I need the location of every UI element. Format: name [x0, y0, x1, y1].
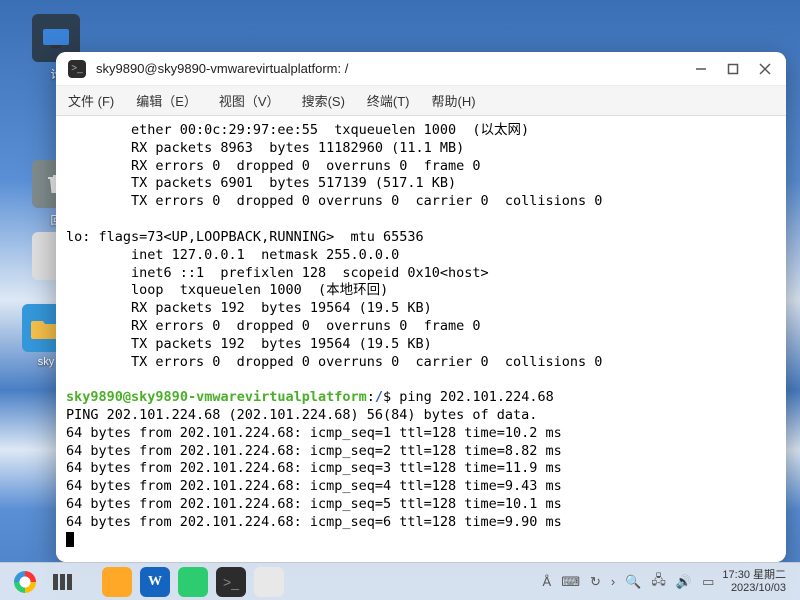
term-line: TX packets 6901 bytes 517139 (517.1 KB) — [66, 175, 456, 191]
menu-view[interactable]: 视图（V） — [219, 91, 280, 110]
tray-chevron-icon[interactable]: › — [611, 574, 615, 589]
prompt-host: sky9890-vmwarevirtualplatform — [131, 389, 367, 405]
taskbar-app-5[interactable] — [254, 567, 284, 597]
menubar: 文件 (F) 编辑（E） 视图（V） 搜索(S) 终端(T) 帮助(H) — [56, 86, 786, 116]
term-line: 64 bytes from 202.101.224.68: icmp_seq=3… — [66, 460, 562, 476]
term-line: 64 bytes from 202.101.224.68: icmp_seq=5… — [66, 496, 562, 512]
menu-terminal[interactable]: 终端(T) — [367, 91, 410, 110]
terminal-cursor — [66, 532, 74, 547]
multitask-button[interactable] — [48, 567, 78, 597]
tray-appstore-icon[interactable]: Å — [543, 574, 552, 589]
taskbar-clock[interactable]: 17:30 星期二 2023/10/03 — [722, 569, 790, 593]
tray-network-icon[interactable]: 🖧 — [651, 571, 666, 593]
term-line: TX errors 0 dropped 0 overruns 0 carrier… — [66, 193, 602, 209]
prompt-path: / — [375, 389, 383, 405]
term-line: ether 00:0c:29:97:ee:55 txqueuelen 1000 … — [66, 122, 529, 138]
term-line: 64 bytes from 202.101.224.68: icmp_seq=1… — [66, 425, 562, 441]
term-line: 64 bytes from 202.101.224.68: icmp_seq=6… — [66, 514, 562, 530]
menu-search[interactable]: 搜索(S) — [302, 91, 345, 110]
tray-sync-icon[interactable]: ↻ — [590, 574, 601, 590]
term-line: PING 202.101.224.68 (202.101.224.68) 56(… — [66, 407, 537, 423]
term-line: TX errors 0 dropped 0 overruns 0 carrier… — [66, 354, 602, 370]
term-line: 64 bytes from 202.101.224.68: icmp_seq=2… — [66, 443, 562, 459]
prompt-at: @ — [123, 389, 131, 405]
prompt-dollar: $ — [383, 389, 399, 405]
clock-date: 2023/10/03 — [722, 582, 786, 594]
term-line: 64 bytes from 202.101.224.68: icmp_seq=4… — [66, 478, 562, 494]
clock-weekday: 星期二 — [753, 569, 786, 581]
taskbar-app-3[interactable] — [178, 567, 208, 597]
launcher-button[interactable] — [10, 567, 40, 597]
launcher-icon — [14, 571, 36, 593]
term-line: inet6 ::1 prefixlen 128 scopeid 0x10<hos… — [66, 265, 489, 281]
term-line: inet 127.0.0.1 netmask 255.0.0.0 — [66, 247, 399, 263]
taskbar-app-terminal[interactable]: >_ — [216, 567, 246, 597]
taskbar-app-wps[interactable]: W — [140, 567, 170, 597]
prompt-user: sky9890 — [66, 389, 123, 405]
system-tray: Å ⌨ ↻ › 🔍 🖧 🔊 ▭ — [543, 571, 715, 593]
term-line: RX errors 0 dropped 0 overruns 0 frame 0 — [66, 158, 481, 174]
menu-file[interactable]: 文件 (F) — [68, 91, 114, 110]
tray-keyboard-icon[interactable]: ⌨ — [561, 574, 580, 590]
term-line: RX packets 192 bytes 19564 (19.5 KB) — [66, 300, 432, 316]
taskbar-app-1[interactable] — [102, 567, 132, 597]
clock-time: 17:30 — [722, 569, 750, 581]
term-line: TX packets 192 bytes 19564 (19.5 KB) — [66, 336, 432, 352]
menu-edit[interactable]: 编辑（E） — [136, 91, 197, 110]
tray-search-icon[interactable]: 🔍 — [625, 574, 641, 590]
terminal-body[interactable]: ether 00:0c:29:97:ee:55 txqueuelen 1000 … — [56, 116, 786, 562]
window-title: sky9890@sky9890-vmwarevirtualplatform: / — [96, 61, 682, 76]
tray-volume-icon[interactable]: 🔊 — [676, 574, 692, 590]
prompt-colon: : — [367, 389, 375, 405]
term-line: loop txqueuelen 1000 (本地环回) — [66, 282, 388, 298]
term-line: RX errors 0 dropped 0 overruns 0 frame 0 — [66, 318, 481, 334]
term-line: RX packets 8963 bytes 11182960 (11.1 MB) — [66, 140, 464, 156]
titlebar[interactable]: >_ sky9890@sky9890-vmwarevirtualplatform… — [56, 52, 786, 86]
maximize-button[interactable] — [724, 60, 742, 78]
terminal-window: >_ sky9890@sky9890-vmwarevirtualplatform… — [56, 52, 786, 562]
term-line: lo: flags=73<UP,LOOPBACK,RUNNING> mtu 65… — [66, 229, 424, 245]
taskbar: W >_ Å ⌨ ↻ › 🔍 🖧 🔊 ▭ 17:30 星期二 2023/10/0… — [0, 562, 800, 600]
prompt-command: ping 202.101.224.68 — [399, 389, 553, 405]
minimize-button[interactable] — [692, 60, 710, 78]
tray-clipboard-icon[interactable]: ▭ — [702, 574, 714, 590]
menu-help[interactable]: 帮助(H) — [432, 91, 476, 110]
terminal-app-icon: >_ — [68, 60, 86, 78]
close-button[interactable] — [756, 60, 774, 78]
